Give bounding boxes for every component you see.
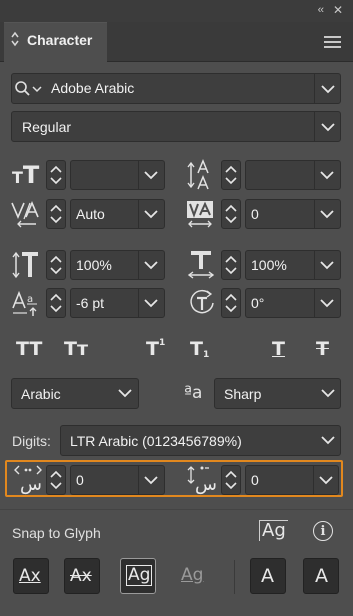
antialiasing-value: Sharp	[224, 386, 262, 402]
chevron-down-icon[interactable]	[318, 430, 338, 450]
leading-icon	[187, 159, 209, 190]
search-icon[interactable]	[14, 80, 44, 98]
chevron-down-icon[interactable]	[316, 470, 336, 490]
stepper-arrows-icon[interactable]	[223, 202, 239, 226]
stepper-arrows-icon[interactable]	[223, 253, 239, 277]
chevron-down-icon[interactable]	[318, 117, 338, 137]
chevron-down-icon[interactable]	[317, 293, 337, 313]
baseline-shift-icon: a	[12, 290, 37, 316]
tracking-value: 0	[251, 206, 259, 222]
underline-button[interactable]: T	[272, 338, 285, 360]
glyph-bounds-snap-button[interactable]: Ag	[120, 558, 156, 594]
chevron-down-icon[interactable]	[141, 470, 161, 490]
divider	[314, 251, 315, 279]
divider	[138, 466, 139, 494]
divider	[314, 112, 315, 141]
tab-reorder-icon[interactable]	[11, 31, 19, 47]
collapse-panel-icon[interactable]: ‹‹	[318, 4, 324, 16]
divider	[314, 200, 315, 228]
superscript-letter: T	[146, 338, 159, 360]
baseline-snap-button[interactable]: Ax	[13, 558, 49, 594]
diacritic-value: 0	[251, 472, 259, 488]
divider	[234, 560, 235, 594]
proximity-snap-glyph: Ag	[181, 565, 204, 585]
font-style-value: Regular	[22, 119, 72, 135]
subscript-button[interactable]: T1	[190, 338, 209, 360]
font-size-icon: TT	[12, 161, 40, 189]
angular-snap-button[interactable]: A	[250, 558, 286, 594]
divider	[314, 289, 315, 317]
horizontal-scale-icon	[187, 251, 215, 279]
vertical-scale-icon	[12, 251, 38, 279]
baseline-snap-glyph: Ax	[19, 566, 41, 586]
kerning-icon	[11, 200, 39, 228]
divider	[314, 74, 315, 103]
panel-title: Character	[27, 32, 93, 48]
kashida-width-icon: س	[13, 463, 43, 495]
chevron-down-icon[interactable]	[317, 204, 337, 224]
divider	[138, 200, 139, 228]
glyph-bounds-snap-glyph: Ag	[126, 565, 153, 586]
stepper-arrows-icon[interactable]	[48, 202, 64, 226]
chevron-down-icon[interactable]	[141, 255, 161, 275]
superscript-button[interactable]: T1	[146, 338, 165, 360]
tracking-icon	[187, 201, 213, 228]
kerning-value: Auto	[76, 206, 105, 222]
all-caps-button[interactable]: TT	[16, 338, 42, 360]
stepper-arrows-icon[interactable]	[223, 163, 239, 187]
kashida-value: 0	[76, 472, 84, 488]
chevron-down-icon[interactable]	[318, 79, 338, 99]
divider	[314, 161, 315, 189]
baseline-shift-value: -6 pt	[76, 295, 105, 311]
antialiasing-icon: ªa	[184, 383, 203, 403]
proximity-snap-button[interactable]: Ag	[176, 558, 212, 594]
divider	[313, 466, 314, 494]
diacritic-glyph: س	[195, 474, 217, 495]
character-rotation-icon	[190, 289, 214, 314]
proximity-guides-icon[interactable]: Ag	[259, 520, 288, 541]
info-icon[interactable]: i	[313, 521, 333, 541]
section-divider	[0, 509, 353, 510]
stepper-arrows-icon[interactable]	[48, 253, 64, 277]
horizontal-scale-value: 100%	[251, 257, 287, 273]
chevron-down-icon[interactable]	[317, 255, 337, 275]
font-family-value: Adobe Arabic	[51, 80, 135, 96]
x-height-snap-glyph: Ax	[70, 566, 92, 586]
anchor-snap-button[interactable]: A	[303, 558, 339, 594]
chevron-down-icon[interactable]	[317, 165, 337, 185]
divider	[138, 289, 139, 317]
snap-to-glyph-label: Snap to Glyph	[12, 525, 101, 541]
digits-label: Digits:	[12, 433, 51, 449]
chevron-down-icon[interactable]	[115, 383, 135, 403]
diacritic-position-icon: س	[187, 463, 217, 495]
rotation-value: 0°	[251, 295, 265, 311]
subscript-letter: T	[190, 338, 203, 360]
x-height-snap-button[interactable]: Ax	[64, 558, 100, 594]
angular-snap-glyph: A	[261, 565, 274, 587]
stepper-arrows-icon[interactable]	[48, 163, 64, 187]
stepper-arrows-icon[interactable]	[48, 468, 64, 492]
digits-value: LTR Arabic (0123456789%)	[70, 433, 242, 449]
small-caps-button[interactable]: Tт	[64, 338, 88, 360]
stepper-arrows-icon[interactable]	[223, 468, 239, 492]
chevron-down-icon[interactable]	[318, 383, 338, 403]
kashida-glyph: س	[20, 474, 42, 495]
panel-menu-icon[interactable]	[324, 36, 341, 48]
superscript-mark: 1	[158, 338, 166, 348]
subscript-mark: 1	[202, 350, 210, 360]
language-value: Arabic	[21, 386, 61, 402]
divider	[138, 161, 139, 189]
chevron-down-icon[interactable]	[141, 204, 161, 224]
strikethrough-button[interactable]: T	[316, 338, 329, 360]
stepper-arrows-icon[interactable]	[48, 291, 64, 315]
anchor-snap-glyph: A	[315, 565, 328, 587]
panel-top-strip	[0, 0, 353, 22]
vertical-scale-value: 100%	[76, 257, 112, 273]
chevron-down-icon[interactable]	[141, 293, 161, 313]
stepper-arrows-icon[interactable]	[223, 291, 239, 315]
close-panel-icon[interactable]: ✕	[333, 3, 343, 17]
svg-text:a: a	[27, 294, 33, 305]
divider	[138, 251, 139, 279]
chevron-down-icon[interactable]	[141, 165, 161, 185]
